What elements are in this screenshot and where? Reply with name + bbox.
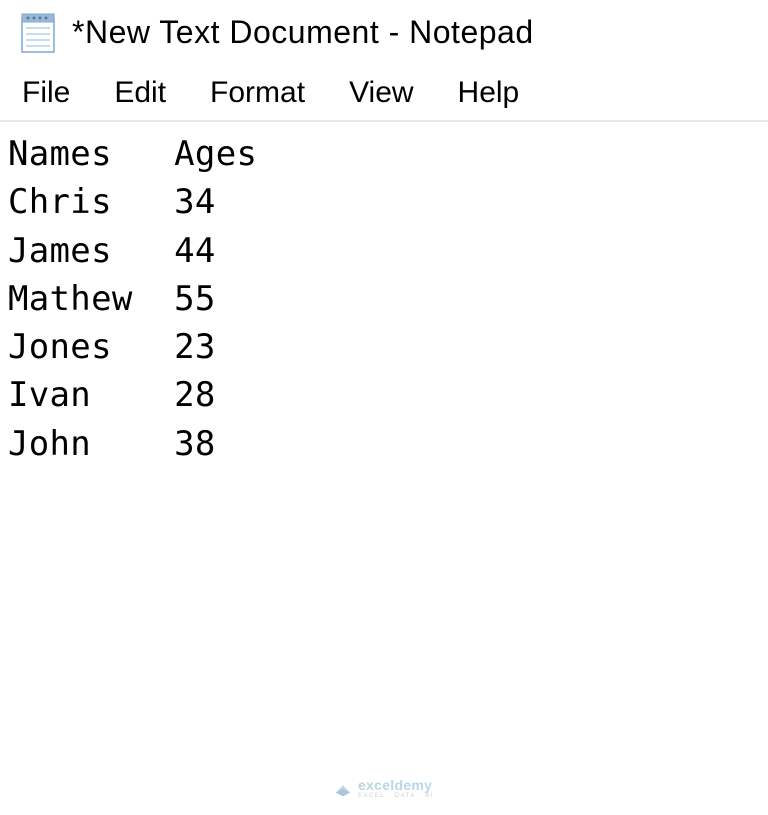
titlebar: *New Text Document - Notepad: [0, 0, 768, 66]
watermark: exceldemy EXCEL · DATA · BI: [334, 778, 434, 799]
menu-help[interactable]: Help: [436, 72, 542, 114]
watermark-tagline: EXCEL · DATA · BI: [358, 793, 434, 799]
text-editor-content[interactable]: Names Ages Chris 34 James 44 Mathew 55 J…: [0, 122, 768, 468]
window-title: *New Text Document - Notepad: [72, 14, 534, 51]
watermark-text: exceldemy EXCEL · DATA · BI: [358, 778, 434, 799]
menubar: File Edit Format View Help: [0, 66, 768, 122]
notepad-icon: [18, 10, 58, 54]
menu-view[interactable]: View: [327, 72, 435, 114]
watermark-brand: exceldemy: [358, 778, 434, 792]
menu-file[interactable]: File: [12, 72, 92, 114]
menu-format[interactable]: Format: [188, 72, 327, 114]
menu-edit[interactable]: Edit: [92, 72, 188, 114]
watermark-logo-icon: [334, 780, 352, 798]
